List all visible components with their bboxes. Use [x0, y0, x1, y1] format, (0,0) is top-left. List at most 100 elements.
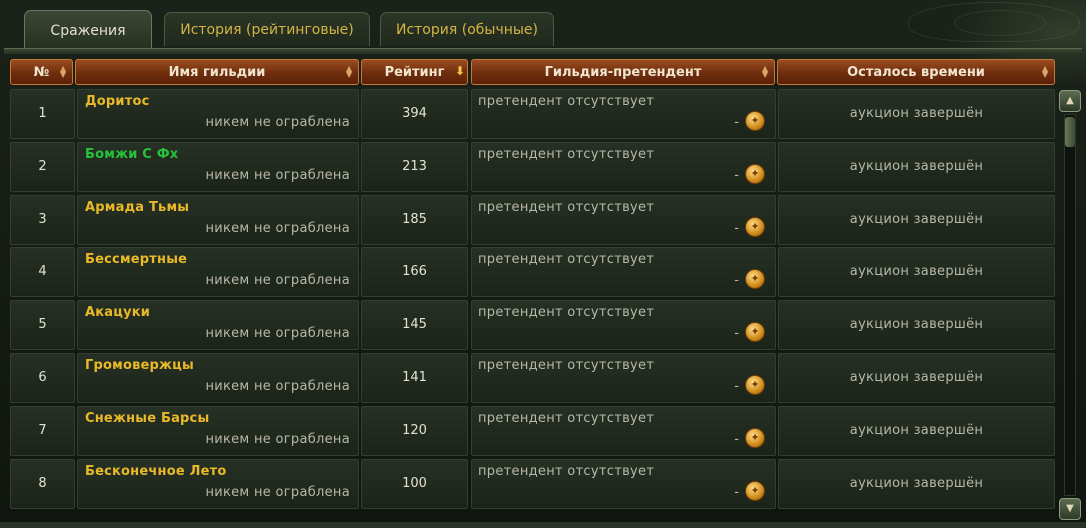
scroll-thumb[interactable]: [1065, 117, 1075, 147]
column-header-time-label: Осталось времени: [847, 64, 985, 80]
challenger-cell: претендент отсутствует - ✦: [471, 353, 776, 403]
challenger-text: претендент отсутствует: [478, 463, 655, 479]
table-row[interactable]: 5 Акацуки никем не ограблена 145 претендент …: [10, 300, 1055, 351]
tab-history-normal[interactable]: История (обычные): [380, 12, 554, 46]
column-header-rating-label: Рейтинг: [384, 64, 445, 80]
row-number: 5: [10, 300, 75, 351]
bid-value: -: [734, 431, 739, 447]
scroll-up-button[interactable]: ▲: [1059, 90, 1081, 112]
rating-value: 394: [361, 89, 468, 139]
challenger-cell: претендент отсутствует - ✦: [471, 194, 776, 245]
guild-name[interactable]: Армада Тьмы: [85, 200, 189, 215]
table-row[interactable]: 2 Бомжи С Фх никем не ограблена 213 претенде…: [10, 141, 1055, 192]
robbery-status: никем не ограблена: [205, 115, 350, 130]
rating-value: 141: [361, 353, 468, 403]
bid-value: -: [734, 115, 739, 130]
guild-name-cell: Бесконечное Лето никем не ограблена: [77, 458, 359, 509]
guild-name[interactable]: Громовержцы: [85, 358, 194, 373]
column-header-time[interactable]: Осталось времени ▲ ▼: [777, 59, 1055, 85]
bottom-border: [0, 522, 1086, 528]
rating-value: 185: [361, 194, 468, 245]
sort-descending-icon: ⬇: [455, 64, 466, 78]
challenger-text: претендент отсутствует: [478, 410, 655, 426]
robbery-status: никем не ограблена: [205, 167, 350, 183]
gold-coin-icon[interactable]: ✦: [745, 322, 765, 343]
challenger-cell: претендент отсутствует - ✦: [471, 141, 776, 192]
table-row[interactable]: 3 Армада Тьмы никем не ограблена 185 претенд…: [10, 194, 1055, 245]
column-header-num-label: №: [33, 64, 50, 80]
challenger-cell: претендент отсутствует - ✦: [471, 300, 776, 351]
time-remaining: аукцион завершён: [778, 405, 1055, 456]
scrollbar[interactable]: ▲ ▼: [1059, 90, 1081, 522]
row-number: 7: [10, 405, 75, 456]
corner-ornament-inner: [954, 10, 1046, 36]
row-number: 4: [10, 247, 75, 298]
time-remaining: аукцион завершён: [778, 300, 1055, 351]
sort-icon: ▲ ▼: [60, 64, 67, 79]
guild-name[interactable]: Доритос: [85, 94, 150, 109]
sort-icon: ▲ ▼: [762, 64, 769, 79]
gold-coin-icon[interactable]: ✦: [745, 480, 765, 501]
bid-value: -: [734, 326, 739, 342]
bid-value: -: [734, 484, 739, 500]
table-row[interactable]: 4 Бессмертные никем не ограблена 166 претенд…: [10, 247, 1055, 298]
time-remaining: аукцион завершён: [778, 353, 1055, 403]
challenger-cell: претендент отсутствует - ✦: [471, 405, 776, 456]
robbery-status: никем не ограблена: [205, 431, 350, 447]
table-row[interactable]: 7 Снежные Барсы никем не ограблена 120 прете…: [10, 405, 1055, 456]
guild-name-cell: Снежные Барсы никем не ограблена: [77, 405, 359, 456]
robbery-status: никем не ограблена: [205, 273, 350, 289]
table-row[interactable]: 1 Доритос никем не ограблена 394 претендент …: [10, 89, 1055, 139]
guild-name[interactable]: Снежные Барсы: [85, 411, 209, 426]
gold-coin-icon[interactable]: ✦: [745, 375, 765, 395]
scroll-track[interactable]: [1064, 114, 1076, 496]
bid-value: -: [734, 220, 739, 236]
row-number: 2: [10, 141, 75, 192]
scroll-down-button[interactable]: ▼: [1059, 498, 1081, 520]
row-number: 1: [10, 89, 75, 139]
robbery-status: никем не ограблена: [205, 326, 350, 342]
guild-name[interactable]: Акацуки: [85, 305, 150, 320]
guild-name-cell: Бессмертные никем не ограблена: [77, 247, 359, 298]
gold-coin-icon[interactable]: ✦: [745, 427, 765, 448]
guild-name-cell: Акацуки никем не ограблена: [77, 300, 359, 351]
guild-name[interactable]: Бессмертные: [85, 252, 187, 267]
rating-value: 100: [361, 458, 468, 509]
column-header-challenger-label: Гильдия-претендент: [544, 64, 702, 80]
rating-value: 145: [361, 300, 468, 351]
robbery-status: никем не ограблена: [205, 379, 350, 394]
guild-name[interactable]: Бесконечное Лето: [85, 464, 226, 479]
table-row[interactable]: 6 Громовержцы никем не ограблена 141 претенд…: [10, 353, 1055, 403]
guild-name[interactable]: Бомжи С Фх: [85, 147, 178, 162]
row-number: 3: [10, 194, 75, 245]
column-header-rating[interactable]: Рейтинг ⬇: [361, 59, 468, 85]
tab-underline: [4, 48, 1082, 54]
challenger-cell: претендент отсутствует - ✦: [471, 458, 776, 509]
column-header-name[interactable]: Имя гильдии ▲ ▼: [75, 59, 359, 85]
rating-value: 213: [361, 141, 468, 192]
column-header-name-label: Имя гильдии: [168, 64, 266, 80]
time-remaining: аукцион завершён: [778, 194, 1055, 245]
guild-name-cell: Армада Тьмы никем не ограблена: [77, 194, 359, 245]
tab-battles[interactable]: Сражения: [24, 10, 152, 50]
gold-coin-icon[interactable]: ✦: [745, 269, 765, 290]
challenger-text: претендент отсутствует: [478, 94, 655, 109]
sort-icon: ▲ ▼: [1042, 64, 1049, 79]
challenger-text: претендент отсутствует: [478, 358, 655, 373]
time-remaining: аукцион завершён: [778, 247, 1055, 298]
bid-value: -: [734, 167, 739, 183]
row-number: 6: [10, 353, 75, 403]
robbery-status: никем не ограблена: [205, 220, 350, 236]
challenger-cell: претендент отсутствует - ✦: [471, 247, 776, 298]
table-row[interactable]: 8 Бесконечное Лето никем не ограблена 100 пр…: [10, 458, 1055, 509]
gold-coin-icon[interactable]: ✦: [745, 163, 765, 184]
guild-name-cell: Доритос никем не ограблена: [77, 89, 359, 139]
column-header-num[interactable]: № ▲ ▼: [10, 59, 73, 85]
column-header-challenger[interactable]: Гильдия-претендент ▲ ▼: [471, 59, 775, 85]
challenger-text: претендент отсутствует: [478, 305, 655, 321]
gold-coin-icon[interactable]: ✦: [745, 111, 765, 131]
tab-history-rated[interactable]: История (рейтинговые): [164, 12, 370, 46]
gold-coin-icon[interactable]: ✦: [745, 216, 765, 237]
robbery-status: никем не ограблена: [205, 484, 350, 500]
sort-icon: ▲ ▼: [346, 64, 353, 79]
